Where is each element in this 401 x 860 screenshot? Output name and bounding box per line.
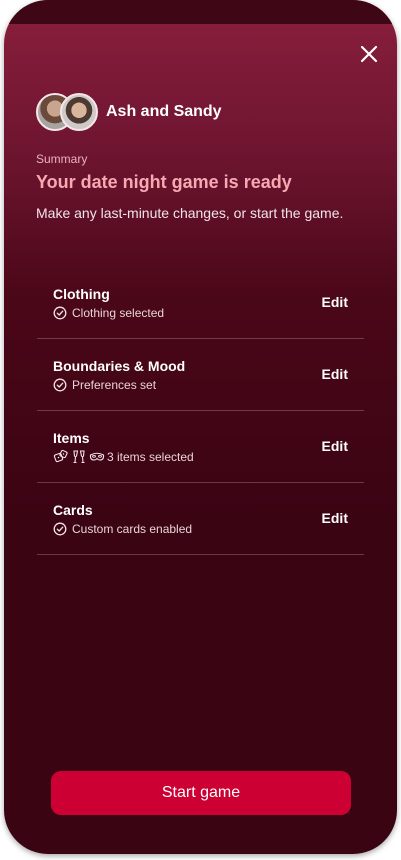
check-circle-icon xyxy=(53,522,67,536)
list-item-cards: Cards Custom cards enabled Edit xyxy=(37,483,364,555)
edit-boundaries-button[interactable]: Edit xyxy=(322,366,348,382)
row-status: 3 items selected xyxy=(53,449,194,465)
status-text: Custom cards enabled xyxy=(72,522,193,536)
avatar xyxy=(60,93,98,131)
row-title: Items xyxy=(53,430,90,446)
page-title: Your date night game is ready xyxy=(36,172,292,192)
mask-icon xyxy=(89,452,105,461)
row-title: Cards xyxy=(53,502,93,518)
close-icon xyxy=(360,45,378,63)
settings-list: Clothing Clothing selected Edit Boundari… xyxy=(37,267,364,555)
row-status: Clothing selected xyxy=(53,305,164,321)
summary-label: Summary xyxy=(36,152,88,166)
edit-cards-button[interactable]: Edit xyxy=(322,510,348,526)
glasses-icon xyxy=(73,450,85,464)
summary-description: Make any last-minute changes, or start t… xyxy=(36,205,344,221)
couple-header: Ash and Sandy xyxy=(36,93,222,131)
status-text: Clothing selected xyxy=(72,306,165,320)
edit-items-button[interactable]: Edit xyxy=(322,438,348,454)
start-game-button[interactable]: Start game xyxy=(51,771,351,815)
edit-clothing-button[interactable]: Edit xyxy=(322,294,348,310)
status-text: 3 items selected xyxy=(107,450,194,464)
list-item-boundaries: Boundaries & Mood Preferences set Edit xyxy=(37,339,364,411)
status-text: Preferences set xyxy=(72,378,157,392)
check-circle-icon xyxy=(53,378,67,392)
modal-sheet: Ash and Sandy Summary Your date night ga… xyxy=(4,0,397,854)
row-title: Boundaries & Mood xyxy=(53,358,186,374)
row-status: Preferences set xyxy=(53,377,156,393)
close-button[interactable] xyxy=(359,44,379,64)
dice-icon xyxy=(53,449,68,463)
top-bar xyxy=(4,0,397,24)
row-title: Clothing xyxy=(53,286,110,302)
couple-name: Ash and Sandy xyxy=(106,103,222,120)
avatar-group xyxy=(36,93,100,131)
list-item-clothing: Clothing Clothing selected Edit xyxy=(37,267,364,339)
check-circle-icon xyxy=(53,306,67,320)
row-status: Custom cards enabled xyxy=(53,521,192,537)
list-item-items: Items 3 items selected Edit xyxy=(37,411,364,483)
